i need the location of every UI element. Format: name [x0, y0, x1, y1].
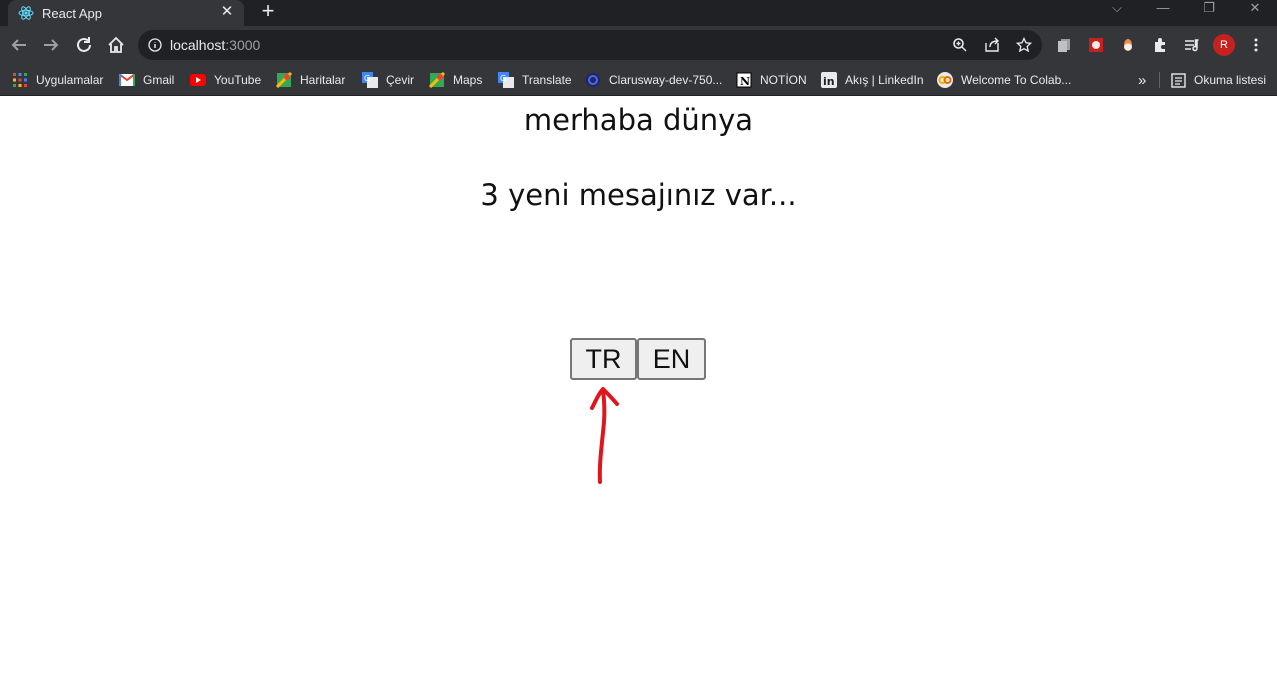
bookmark-translate[interactable]: G Translate	[498, 69, 572, 91]
extension-game-icon[interactable]	[1086, 35, 1106, 55]
svg-text:N: N	[740, 75, 750, 88]
bookmark-label: Çevir	[386, 73, 415, 87]
bookmark-apps[interactable]: Uygulamalar	[12, 69, 103, 91]
tab-strip: React App ✕ + ⌵ — ❐ ✕	[0, 0, 1277, 26]
reading-list-button[interactable]: Okuma listesi	[1170, 69, 1266, 91]
reload-icon[interactable]	[74, 35, 94, 55]
browser-tab[interactable]: React App ✕	[8, 0, 244, 26]
apps-grid-icon	[12, 72, 28, 88]
en-language-button[interactable]: EN	[637, 338, 706, 380]
profile-avatar[interactable]: R	[1213, 34, 1235, 56]
bookmark-linkedin[interactable]: in Akış | LinkedIn	[821, 69, 924, 91]
bookmark-clarusway[interactable]: Clarusway-dev-750...	[585, 69, 722, 91]
zoom-icon[interactable]	[950, 35, 970, 55]
gmail-icon	[119, 72, 135, 88]
bookmark-cevir[interactable]: G Çevir	[362, 69, 414, 91]
bookmark-haritalar[interactable]: Haritalar	[276, 69, 345, 91]
back-icon[interactable]	[9, 35, 29, 55]
reading-list-icon	[1170, 72, 1186, 88]
media-control-icon[interactable]	[1182, 35, 1202, 55]
bookmark-label: Translate	[522, 73, 572, 87]
extension-copy-icon[interactable]	[1054, 35, 1074, 55]
url-host: localhost	[170, 37, 226, 53]
extension-capsule-icon[interactable]	[1118, 35, 1138, 55]
tab-close-icon[interactable]: ✕	[218, 3, 236, 21]
bookmark-label: Clarusway-dev-750...	[609, 73, 723, 87]
bookmarks-overflow-button[interactable]: »	[1138, 69, 1146, 91]
bookmark-notion[interactable]: N NOTİON	[736, 69, 807, 91]
bookmarks-bar: Uygulamalar Gmail YouTube Haritalar G Çe…	[0, 64, 1277, 96]
bookmark-label: NOTİON	[760, 73, 807, 87]
maps-icon	[276, 72, 292, 88]
translate-icon: G	[362, 72, 378, 88]
notion-icon: N	[736, 72, 752, 88]
bookmark-maps[interactable]: Maps	[429, 69, 482, 91]
maps-icon	[429, 72, 445, 88]
clarusway-icon	[585, 72, 601, 88]
browser-toolbar: localhost:3000 R	[0, 26, 1277, 64]
address-bar[interactable]: localhost:3000	[138, 30, 1042, 60]
reading-list-label: Okuma listesi	[1194, 73, 1267, 87]
tab-title: React App	[42, 5, 102, 21]
svg-text:in: in	[823, 75, 835, 88]
linkedin-icon: in	[821, 72, 837, 88]
youtube-icon	[190, 72, 206, 88]
minimize-button[interactable]: —	[1148, 0, 1178, 20]
tr-language-button[interactable]: TR	[570, 338, 637, 380]
new-tab-button[interactable]: +	[258, 0, 278, 22]
greeting-heading: merhaba dünya	[523, 103, 754, 137]
messages-heading: 3 yeni mesajınız var...	[480, 178, 797, 212]
bookmark-gmail[interactable]: Gmail	[119, 69, 174, 91]
hand-drawn-arrow-icon	[586, 384, 622, 493]
bookmark-label: Haritalar	[300, 73, 346, 87]
react-logo-icon	[18, 5, 34, 21]
bookmark-label: Akış | LinkedIn	[845, 73, 924, 87]
share-icon[interactable]	[982, 35, 1002, 55]
bookmark-star-icon[interactable]	[1014, 35, 1034, 55]
bookmark-youtube[interactable]: YouTube	[190, 69, 261, 91]
bookmarks-separator	[1159, 72, 1160, 88]
bookmark-colab[interactable]: Welcome To Colab...	[937, 69, 1071, 91]
forward-icon[interactable]	[41, 35, 61, 55]
colab-icon	[937, 72, 953, 88]
bookmark-label: YouTube	[214, 73, 262, 87]
page-viewport: merhaba dünya 3 yeni mesajınız var... TR…	[0, 96, 1277, 690]
url-port: :3000	[225, 37, 261, 53]
tab-search-icon[interactable]: ⌵	[1102, 0, 1132, 20]
extensions-puzzle-icon[interactable]	[1150, 35, 1170, 55]
bookmark-label: Maps	[453, 73, 483, 87]
bookmark-label: Welcome To Colab...	[961, 73, 1072, 87]
info-icon[interactable]	[148, 38, 162, 52]
bookmark-label: Gmail	[143, 73, 175, 87]
bookmark-label: Uygulamalar	[36, 73, 104, 87]
restore-button[interactable]: ❐	[1194, 0, 1224, 20]
translate-icon: G	[498, 72, 514, 88]
close-window-button[interactable]: ✕	[1240, 0, 1270, 20]
svg-text:G: G	[500, 74, 506, 83]
svg-text:G: G	[364, 74, 370, 83]
kebab-menu-icon[interactable]	[1246, 35, 1266, 55]
home-icon[interactable]	[106, 35, 126, 55]
